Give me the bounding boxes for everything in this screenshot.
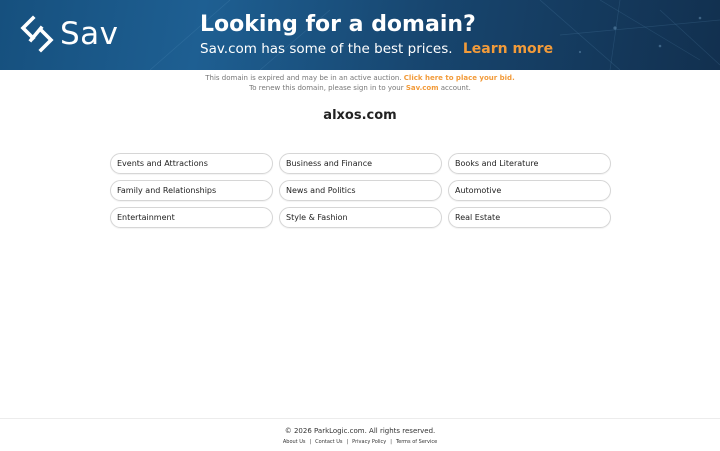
privacy-policy-link[interactable]: Privacy Policy [352,439,386,445]
sav-logo-icon [20,15,54,53]
banner-subline-text: Sav.com has some of the best prices. [200,41,453,57]
notice-renew-text: To renew this domain, please sign in to … [249,84,406,92]
sav-account-link[interactable]: Sav.com [406,84,439,92]
banner-headline: Looking for a domain? [200,12,476,37]
contact-us-link[interactable]: Contact Us [315,439,342,445]
sav-logo-link[interactable]: Sav [20,14,119,54]
notice-auction-text: This domain is expired and may be in an … [205,74,404,82]
footer-separator: | [346,439,349,445]
place-bid-link[interactable]: Click here to place your bid. [404,74,515,82]
category-link[interactable]: Automotive [448,180,611,201]
footer-separator: | [309,439,312,445]
category-link[interactable]: Events and Attractions [110,153,273,174]
category-link[interactable]: News and Politics [279,180,442,201]
notice-line-1: This domain is expired and may be in an … [0,73,720,83]
category-link[interactable]: Style & Fashion [279,207,442,228]
page-footer: © 2026 ParkLogic.com. All rights reserve… [0,418,720,451]
category-link[interactable]: Business and Finance [279,153,442,174]
category-link[interactable]: Books and Literature [448,153,611,174]
header-banner: Sav Looking for a domain? Sav.com has so… [0,0,720,70]
category-link[interactable]: Real Estate [448,207,611,228]
footer-links: About Us | Contact Us | Privacy Policy | Terms… [0,438,720,446]
notice-line-2: To renew this domain, please sign in to … [0,83,720,93]
domain-title: alxos.com [323,108,397,123]
related-categories-grid: Events and Attractions Business and Fina… [110,153,611,228]
category-link[interactable]: Family and Relationships [110,180,273,201]
footer-separator: | [390,439,392,445]
notice-account-text: account. [438,84,471,92]
terms-of-service-link[interactable]: Terms of Service [396,439,437,445]
category-link[interactable]: Entertainment [110,207,273,228]
copyright-text: © 2026 ParkLogic.com. All rights reserve… [284,427,436,435]
about-us-link[interactable]: About Us [283,439,306,445]
learn-more-link[interactable]: Learn more [463,41,553,57]
logo-wordmark: Sav [60,16,119,52]
expired-notice: This domain is expired and may be in an … [0,73,720,93]
banner-subline: Sav.com has some of the best prices. Lea… [200,40,553,58]
